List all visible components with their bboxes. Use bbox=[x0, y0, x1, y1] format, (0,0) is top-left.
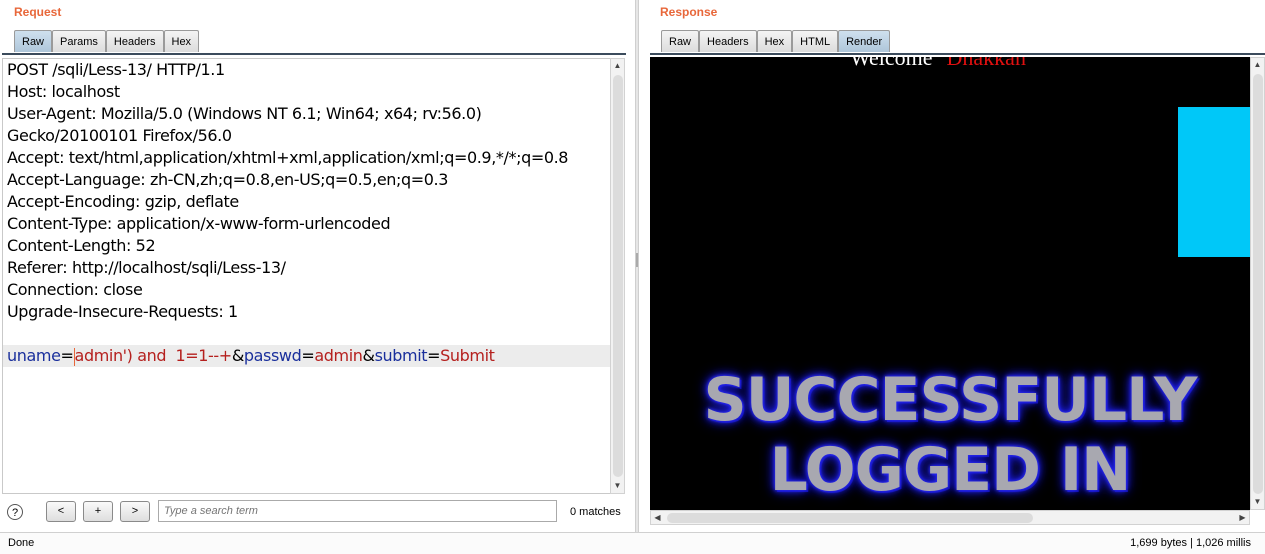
tab-underline bbox=[650, 53, 1265, 55]
scroll-up-icon[interactable]: ▲ bbox=[1251, 58, 1264, 72]
response-vscrollbar[interactable]: ▲ ▼ bbox=[1250, 57, 1265, 510]
ampersand: & bbox=[362, 346, 375, 365]
scroll-right-icon[interactable]: ▶ bbox=[1236, 511, 1249, 524]
request-tabs: Raw Params Headers Hex bbox=[14, 30, 200, 53]
tab-hex[interactable]: Hex bbox=[756, 30, 793, 52]
ampersand: & bbox=[231, 346, 244, 365]
divider-grip-icon[interactable] bbox=[636, 253, 638, 267]
request-pane: Request Raw Params Headers Hex POST /sql… bbox=[0, 0, 628, 532]
tab-html[interactable]: HTML bbox=[792, 30, 839, 52]
search-bar: ? < + > 0 matches bbox=[0, 497, 628, 527]
header-line: Accept-Encoding: gzip, deflate bbox=[7, 192, 239, 211]
header-line: Accept-Language: zh-CN,zh;q=0.8,en-US;q=… bbox=[7, 170, 448, 189]
header-line: Connection: close bbox=[7, 280, 143, 299]
scroll-thumb[interactable] bbox=[1253, 74, 1263, 494]
tab-raw[interactable]: Raw bbox=[14, 30, 53, 52]
success-banner-line2: LOGGED IN bbox=[769, 435, 1132, 505]
request-body-line[interactable]: uname=admin') and 1=1--+&passwd=admin&su… bbox=[3, 345, 610, 367]
tab-headers[interactable]: Headers bbox=[105, 30, 164, 52]
header-line: Referer: http://localhost/sqli/Less-13/ bbox=[7, 258, 286, 277]
response-tabs: Raw Headers Hex HTML Render bbox=[661, 30, 891, 53]
search-input[interactable] bbox=[158, 500, 557, 522]
welcome-message: Welcome Dhakkan bbox=[850, 57, 1026, 71]
header-line: Accept: text/html,application/xhtml+xml,… bbox=[7, 148, 569, 167]
param-value: admin') and 1=1--+ bbox=[74, 346, 233, 365]
welcome-text: Welcome bbox=[850, 57, 933, 70]
response-pane: Response Raw Headers Hex HTML Render Wel… bbox=[648, 0, 1265, 532]
next-button[interactable]: > bbox=[120, 501, 150, 522]
request-scrollbar[interactable]: ▲ ▼ bbox=[610, 58, 625, 494]
add-button[interactable]: + bbox=[83, 501, 113, 522]
match-count: 0 matches bbox=[570, 506, 621, 518]
header-line: Content-Type: application/x-www-form-url… bbox=[7, 214, 391, 233]
equals: = bbox=[301, 346, 315, 365]
tab-headers[interactable]: Headers bbox=[699, 30, 757, 52]
param-key: submit bbox=[374, 346, 428, 365]
header-line: Upgrade-Insecure-Requests: 1 bbox=[7, 302, 238, 321]
param-key: passwd bbox=[243, 346, 302, 365]
header-line: Gecko/20100101 Firefox/56.0 bbox=[7, 126, 232, 145]
response-title: Response bbox=[660, 5, 718, 19]
tab-hex[interactable]: Hex bbox=[163, 30, 200, 52]
scroll-thumb[interactable] bbox=[667, 513, 1033, 523]
tab-params[interactable]: Params bbox=[52, 30, 106, 52]
param-key: uname bbox=[7, 346, 61, 365]
scroll-down-icon[interactable]: ▼ bbox=[1251, 495, 1264, 509]
response-hscrollbar[interactable]: ◀ ▶ bbox=[650, 510, 1250, 525]
previous-button[interactable]: < bbox=[46, 501, 76, 522]
equals: = bbox=[60, 346, 74, 365]
response-stats: 1,699 bytes | 1,026 millis bbox=[1130, 537, 1251, 549]
status-bar: Done 1,699 bytes | 1,026 millis bbox=[0, 532, 1265, 554]
header-line: Content-Length: 52 bbox=[7, 236, 156, 255]
param-value: admin bbox=[314, 346, 363, 365]
header-line: Host: localhost bbox=[7, 82, 120, 101]
success-banner-line1: SUCCESSFULLY bbox=[703, 365, 1198, 435]
scroll-up-icon[interactable]: ▲ bbox=[611, 59, 624, 73]
status-text: Done bbox=[8, 537, 35, 549]
help-icon[interactable]: ? bbox=[7, 504, 23, 520]
username-text: Dhakkan bbox=[946, 57, 1026, 70]
request-editor[interactable]: POST /sqli/Less-13/ HTTP/1.1 Host: local… bbox=[2, 58, 610, 494]
request-title: Request bbox=[14, 5, 62, 19]
cyan-image bbox=[1178, 107, 1250, 257]
scroll-thumb[interactable] bbox=[613, 75, 623, 477]
tab-underline bbox=[2, 53, 626, 55]
tab-render[interactable]: Render bbox=[838, 30, 891, 52]
header-line: User-Agent: Mozilla/5.0 (Windows NT 6.1;… bbox=[7, 104, 482, 123]
rendered-page[interactable]: Welcome Dhakkan SUCCESSFULLY LOGGED IN bbox=[650, 57, 1250, 510]
request-line: POST /sqli/Less-13/ HTTP/1.1 bbox=[7, 60, 225, 79]
equals: = bbox=[427, 346, 441, 365]
scroll-left-icon[interactable]: ◀ bbox=[651, 511, 664, 524]
scroll-down-icon[interactable]: ▼ bbox=[611, 479, 624, 493]
tab-raw[interactable]: Raw bbox=[661, 30, 700, 52]
param-value: Submit bbox=[440, 346, 495, 365]
